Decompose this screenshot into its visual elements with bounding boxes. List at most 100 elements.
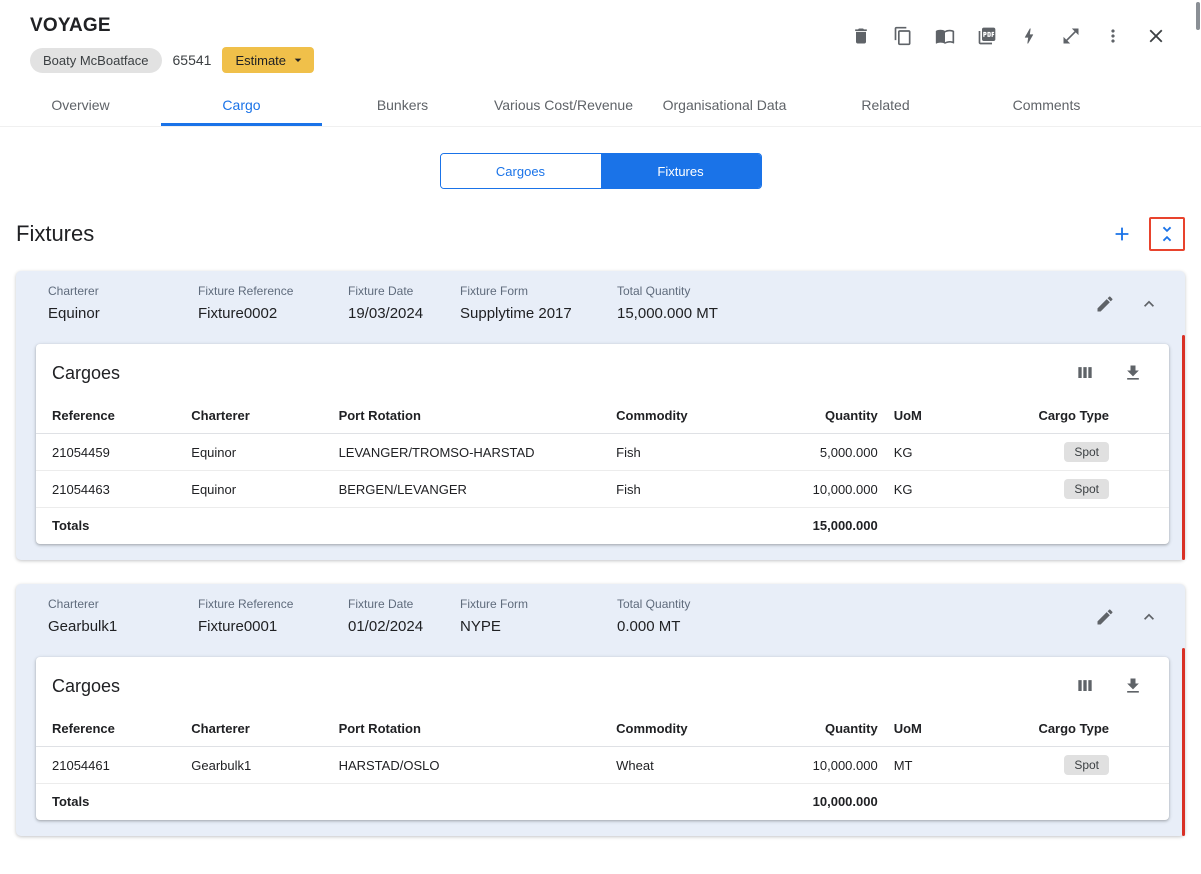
scrollbar[interactable] bbox=[1195, 0, 1201, 874]
fixtures-section-title: Fixtures bbox=[16, 221, 95, 246]
validation-indicator-bar bbox=[1182, 648, 1185, 836]
more-vert-icon[interactable] bbox=[1101, 24, 1125, 48]
add-fixture-button[interactable] bbox=[1108, 220, 1136, 248]
toggle-cargoes-button[interactable]: Cargoes bbox=[440, 154, 601, 188]
table-header-row: Reference Charterer Port Rotation Commod… bbox=[36, 711, 1169, 747]
cell-port-rotation: HARSTAD/OSLO bbox=[330, 746, 609, 784]
vessel-chip: Boaty McBoatface bbox=[30, 47, 162, 73]
column-header: Port Rotation bbox=[330, 398, 609, 434]
field-value: Fixture0001 bbox=[198, 618, 278, 635]
fixtures-section-head: Fixtures bbox=[0, 217, 1201, 251]
cell-cargo-type: Spot bbox=[965, 746, 1169, 784]
edit-fixture-icon[interactable] bbox=[1093, 292, 1117, 316]
cell-charterer: Gearbulk1 bbox=[183, 746, 331, 784]
field-label: Fixture Form bbox=[460, 597, 529, 611]
tab-organisational-data[interactable]: Organisational Data bbox=[644, 83, 805, 126]
field-label: Fixture Reference bbox=[198, 597, 294, 611]
collapse-fixture-chevron-icon[interactable] bbox=[1137, 292, 1161, 316]
cargo-type-chip: Spot bbox=[1064, 755, 1109, 775]
chevron-down-icon bbox=[294, 58, 302, 62]
column-header: Quantity bbox=[772, 398, 886, 434]
download-icon[interactable] bbox=[1121, 674, 1145, 698]
expand-fullscreen-icon[interactable] bbox=[1059, 24, 1083, 48]
book-icon[interactable] bbox=[933, 24, 957, 48]
cargoes-title: Cargoes bbox=[52, 675, 121, 696]
copy-icon[interactable] bbox=[891, 24, 915, 48]
cell-uom: MT bbox=[885, 746, 966, 784]
columns-icon[interactable] bbox=[1073, 361, 1097, 385]
table-row[interactable]: 21054461 Gearbulk1 HARSTAD/OSLO Wheat 10… bbox=[36, 746, 1169, 784]
empty-cell bbox=[331, 784, 609, 821]
tab-overview[interactable]: Overview bbox=[0, 83, 161, 126]
column-header: Quantity bbox=[772, 711, 886, 747]
field-value: Gearbulk1 bbox=[48, 618, 118, 635]
cell-commodity: Fish bbox=[608, 433, 773, 471]
field-value: 01/02/2024 bbox=[348, 618, 424, 635]
collapse-all-button[interactable] bbox=[1149, 217, 1185, 251]
tab-various-cost-revenue[interactable]: Various Cost/Revenue bbox=[483, 83, 644, 126]
field-label: Charterer bbox=[48, 597, 99, 611]
delete-icon[interactable] bbox=[849, 24, 873, 48]
collapse-fixture-chevron-icon[interactable] bbox=[1137, 605, 1161, 629]
view-toggle-wrap: Cargoes Fixtures bbox=[0, 153, 1201, 189]
fixture-field-form: Fixture Form Supplytime 2017 bbox=[460, 284, 617, 322]
fixture-card: Charterer Gearbulk1 Fixture Reference Fi… bbox=[16, 584, 1185, 836]
cell-cargo-type: Spot bbox=[965, 470, 1169, 508]
columns-icon[interactable] bbox=[1073, 674, 1097, 698]
empty-cell bbox=[965, 508, 1169, 545]
table-header-row: Reference Charterer Port Rotation Commod… bbox=[36, 398, 1169, 434]
toggle-fixtures-button[interactable]: Fixtures bbox=[600, 154, 761, 188]
field-value: Equinor bbox=[48, 305, 100, 322]
estimate-dropdown-button[interactable]: Estimate bbox=[222, 47, 315, 73]
fixture-header-actions bbox=[1093, 284, 1161, 316]
cell-cargo-type: Spot bbox=[965, 433, 1169, 471]
pdf-icon[interactable] bbox=[975, 24, 999, 48]
scrollbar-thumb[interactable] bbox=[1196, 2, 1200, 30]
cargoes-title: Cargoes bbox=[52, 362, 121, 383]
fixture-field-total-quantity: Total Quantity 15,000.000 MT bbox=[617, 284, 1093, 322]
field-label: Fixture Reference bbox=[198, 284, 294, 298]
totals-quantity: 15,000.000 bbox=[812, 518, 878, 533]
download-icon[interactable] bbox=[1121, 361, 1145, 385]
fixture-field-total-quantity: Total Quantity 0.000 MT bbox=[617, 597, 1093, 635]
fixture-field-reference: Fixture Reference Fixture0001 bbox=[198, 597, 348, 635]
empty-cell bbox=[886, 784, 965, 821]
field-value: 0.000 MT bbox=[617, 618, 681, 635]
column-header: Reference bbox=[36, 711, 184, 747]
fixtures-section-actions bbox=[1108, 217, 1185, 251]
column-header: Charterer bbox=[183, 398, 331, 434]
cargoes-table: Reference Charterer Port Rotation Commod… bbox=[36, 711, 1169, 820]
cell-commodity: Fish bbox=[608, 470, 773, 508]
fixture-field-charterer: Charterer Gearbulk1 bbox=[48, 597, 198, 635]
column-header: UoM bbox=[885, 711, 966, 747]
close-icon[interactable] bbox=[1143, 23, 1169, 49]
fixture-field-reference: Fixture Reference Fixture0002 bbox=[198, 284, 348, 322]
tab-related[interactable]: Related bbox=[805, 83, 966, 126]
cargo-type-chip: Spot bbox=[1064, 479, 1109, 499]
totals-label: Totals bbox=[52, 518, 90, 533]
tab-cargo[interactable]: Cargo bbox=[161, 83, 322, 126]
totals-row: Totals 10,000.000 bbox=[36, 784, 1169, 821]
fixture-body: Cargoes Reference Charterer Port Rotatio… bbox=[16, 648, 1185, 836]
cell-charterer: Equinor bbox=[183, 470, 331, 508]
cargoes-table: Reference Charterer Port Rotation Commod… bbox=[36, 398, 1169, 544]
field-value: 15,000.000 MT bbox=[617, 305, 718, 322]
totals-quantity: 10,000.000 bbox=[812, 794, 878, 809]
empty-cell bbox=[965, 784, 1169, 821]
column-header: Commodity bbox=[608, 398, 773, 434]
cell-quantity: 10,000.000 bbox=[772, 746, 886, 784]
column-header: Cargo Type bbox=[965, 711, 1169, 747]
cargoes-card: Cargoes Reference Charterer Port Rotatio… bbox=[36, 657, 1169, 820]
table-row[interactable]: 21054459 Equinor LEVANGER/TROMSO-HARSTAD… bbox=[36, 433, 1169, 471]
fixture-field-form: Fixture Form NYPE bbox=[460, 597, 617, 635]
field-label: Fixture Date bbox=[348, 284, 414, 298]
validation-indicator-bar bbox=[1182, 335, 1185, 560]
cargoes-card-head: Cargoes bbox=[36, 657, 1169, 711]
tab-comments[interactable]: Comments bbox=[966, 83, 1127, 126]
edit-fixture-icon[interactable] bbox=[1093, 605, 1117, 629]
bolt-icon[interactable] bbox=[1017, 24, 1041, 48]
table-row[interactable]: 21054463 Equinor BERGEN/LEVANGER Fish 10… bbox=[36, 470, 1169, 508]
estimate-label: Estimate bbox=[235, 52, 287, 68]
tab-bunkers[interactable]: Bunkers bbox=[322, 83, 483, 126]
fixture-card: Charterer Equinor Fixture Reference Fixt… bbox=[16, 271, 1185, 560]
